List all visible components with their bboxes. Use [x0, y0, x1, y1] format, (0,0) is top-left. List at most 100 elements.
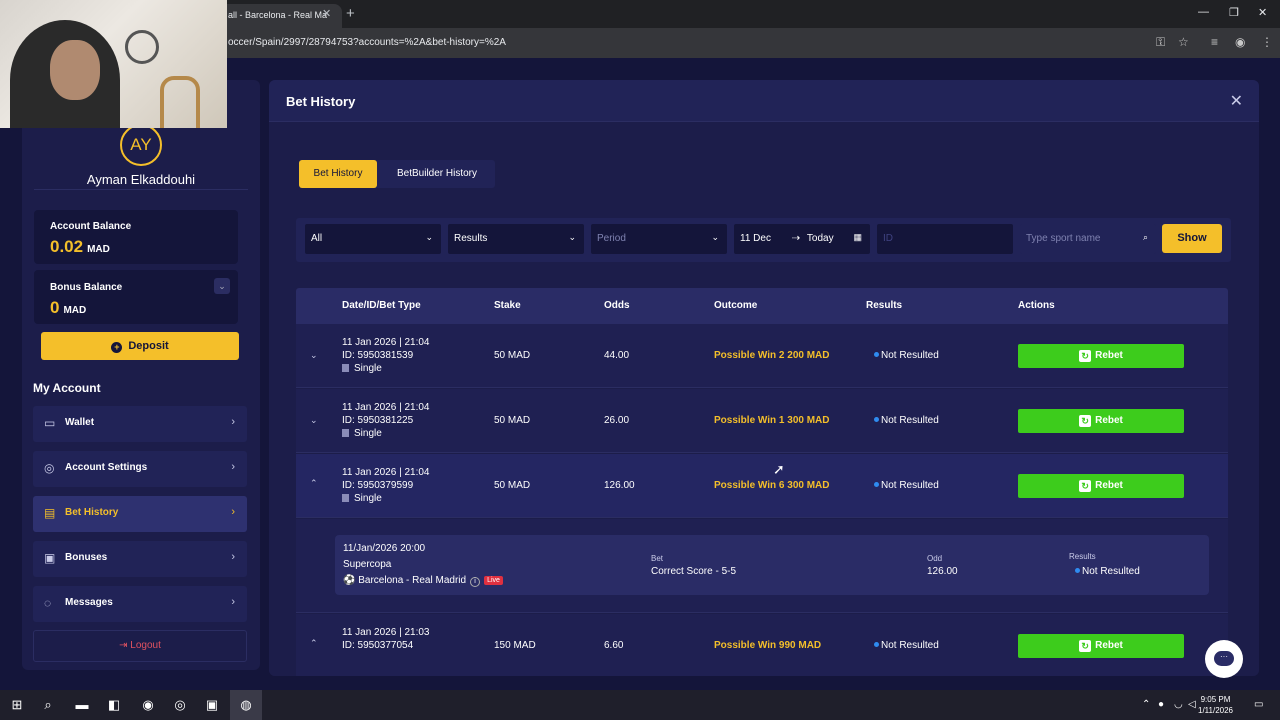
sidebar-item-messages[interactable]: ◌ Messages › — [33, 586, 247, 622]
info-icon[interactable]: i — [470, 577, 481, 587]
outcome: Possible Win 990 MAD — [714, 640, 822, 651]
rebet-button[interactable]: ↻ Rebet — [1018, 409, 1184, 433]
url-field[interactable]: occer/Spain/2997/28794753?accounts=%2A&b… — [228, 37, 506, 48]
bet-id: ID: 5950377054 — [342, 640, 414, 651]
result-text: Not Resulted — [881, 640, 939, 651]
media-icon[interactable]: ≡ — [1211, 35, 1218, 49]
rebet-button[interactable]: ↻ Rebet — [1018, 634, 1184, 658]
notification-icon[interactable]: ▭ — [1254, 699, 1263, 710]
file-explorer-icon[interactable]: ▬ — [73, 696, 91, 714]
close-tab-icon[interactable]: ✕ — [322, 7, 331, 20]
sport-search-input[interactable]: Type sport name ⌕ — [1020, 224, 1156, 254]
sidebar-item-account-settings[interactable]: ◎ Account Settings › — [33, 451, 247, 487]
sport-placeholder: Type sport name — [1026, 233, 1101, 244]
column-header: Stake — [494, 300, 521, 311]
bet-date: 11 Jan 2026 | 21:04 — [342, 467, 430, 478]
show-button[interactable]: Show — [1162, 224, 1222, 253]
rebet-button[interactable]: ↻ Rebet — [1018, 344, 1184, 368]
results-label: Results — [1069, 552, 1096, 561]
bet-date: 11 Jan 2026 | 21:04 — [342, 402, 430, 413]
chevron-down-icon: ⌄ — [425, 232, 433, 242]
bet-detail-card: 11/Jan/2026 20:00 Supercopa ⚽ Barcelona … — [335, 535, 1209, 595]
status-badge: Not Resulted — [874, 480, 939, 491]
rebet-label: Rebet — [1095, 640, 1123, 651]
store-icon[interactable]: ◧ — [105, 696, 123, 714]
bonus-balance-currency: MAD — [63, 305, 87, 316]
account-balance-label: Account Balance — [50, 221, 132, 232]
logout-button[interactable]: ⇥ Logout — [33, 630, 247, 662]
filter-bar: All ⌄ Results ⌄ Period ⌄ 11 Dec ⇢ Today ▦ I… — [296, 218, 1231, 262]
sidebar-item-bonuses[interactable]: ▣ Bonuses › — [33, 541, 247, 577]
sidebar-item-bet-history[interactable]: ▤ Bet History › — [33, 496, 247, 532]
status-dot — [874, 352, 879, 357]
bonus-balance-value: 0 MAD — [50, 298, 86, 318]
more-menu-icon[interactable]: ⋮ — [1261, 35, 1273, 49]
bet-type-select[interactable]: All ⌄ — [305, 224, 441, 254]
chevron-right-icon: › — [231, 596, 235, 608]
chevron-down-icon[interactable]: ⌄ — [214, 278, 230, 294]
tray-chevron-icon[interactable]: ⌃ — [1142, 699, 1150, 710]
new-tab-icon[interactable]: + — [346, 5, 355, 22]
chevron-down-icon[interactable]: ⌄ — [310, 415, 318, 426]
table-row: ⌄ 11 Jan 2026 | 21:04 ID: 5950381539 Sin… — [296, 324, 1228, 388]
search-icon[interactable]: ⌕ — [39, 696, 57, 714]
window-close-icon[interactable]: ✕ — [1258, 6, 1267, 19]
bookmark-star-icon[interactable]: ☆ — [1178, 35, 1189, 49]
outcome: Possible Win 6 300 MAD — [714, 480, 830, 491]
results-value: Results — [454, 233, 488, 244]
sidebar-item-label: Account Settings — [65, 462, 148, 473]
media-app-icon[interactable]: ▣ — [203, 696, 221, 714]
column-header: Outcome — [714, 300, 758, 311]
bet-type-value: All — [311, 233, 323, 244]
page-title: Bet History — [286, 94, 356, 109]
chevron-down-icon[interactable]: ⌄ — [310, 350, 318, 361]
key-icon[interactable]: ⚿ — [1156, 35, 1165, 50]
tab-betbuilder-history[interactable]: BetBuilder History — [383, 160, 491, 188]
restore-icon[interactable]: ❐ — [1229, 6, 1239, 19]
status-dot — [874, 642, 879, 647]
rebet-label: Rebet — [1095, 480, 1123, 491]
profile-icon[interactable]: ◉ — [1235, 35, 1245, 49]
column-header: Date/ID/Bet Type — [342, 300, 421, 311]
period-select[interactable]: Period ⌄ — [591, 224, 727, 254]
chat-icon: ◌ — [44, 596, 52, 610]
rebet-label: Rebet — [1095, 415, 1123, 426]
bet-id-placeholder: ID — [883, 233, 893, 244]
bet-id-input[interactable]: ID — [877, 224, 1013, 254]
status-badge: Not Resulted — [874, 415, 939, 426]
results-select[interactable]: Results ⌄ — [448, 224, 584, 254]
volume-icon[interactable]: ◁ — [1188, 699, 1196, 710]
table-header: Date/ID/Bet Type Stake Odds Outcome Resu… — [296, 288, 1228, 324]
live-chat-button[interactable]: ··· — [1205, 640, 1243, 678]
messenger-icon[interactable]: ◉ — [139, 696, 157, 714]
date-range-picker[interactable]: 11 Dec ⇢ Today ▦ — [734, 224, 870, 254]
rebet-button[interactable]: ↻ Rebet — [1018, 474, 1184, 498]
status-dot — [1075, 568, 1080, 573]
system-clock[interactable]: 9:05 PM 1/11/2026 — [1198, 694, 1233, 716]
windows-start-icon[interactable]: ⊞ — [8, 696, 26, 714]
odd-label: Odd — [927, 554, 943, 563]
minimize-icon[interactable]: — — [1198, 6, 1209, 18]
tab-bet-history[interactable]: Bet History — [299, 160, 377, 188]
deposit-button[interactable]: + Deposit — [41, 332, 239, 360]
chrome-icon[interactable]: ◍ — [237, 696, 255, 714]
column-header: Actions — [1018, 300, 1055, 311]
clock-time: 9:05 PM — [1200, 695, 1231, 704]
ticket-icon — [342, 364, 349, 372]
status-badge: Not Resulted — [874, 350, 939, 361]
app-icon[interactable]: ◎ — [171, 696, 189, 714]
chevron-up-icon[interactable]: ⌃ — [310, 638, 318, 649]
chevron-right-icon: › — [231, 416, 235, 428]
refresh-icon: ↻ — [1079, 640, 1092, 652]
network-icon[interactable]: ◡ — [1174, 699, 1183, 710]
bet-meta: 11 Jan 2026 | 21:04 ID: 5950381225 Singl… — [342, 401, 430, 440]
refresh-icon: ↻ — [1079, 480, 1092, 492]
status-dot — [874, 417, 879, 422]
table-row: ⌃ 11 Jan 2026 | 21:04 ID: 5950379599 Sin… — [296, 454, 1228, 518]
football-icon: ⚽ — [343, 575, 359, 586]
odds: 126.00 — [604, 480, 635, 491]
chevron-up-icon[interactable]: ⌃ — [310, 478, 318, 489]
sidebar-item-wallet[interactable]: ▭ Wallet › — [33, 406, 247, 442]
section-title: My Account — [33, 381, 101, 395]
close-icon[interactable]: ✕ — [1230, 91, 1243, 111]
